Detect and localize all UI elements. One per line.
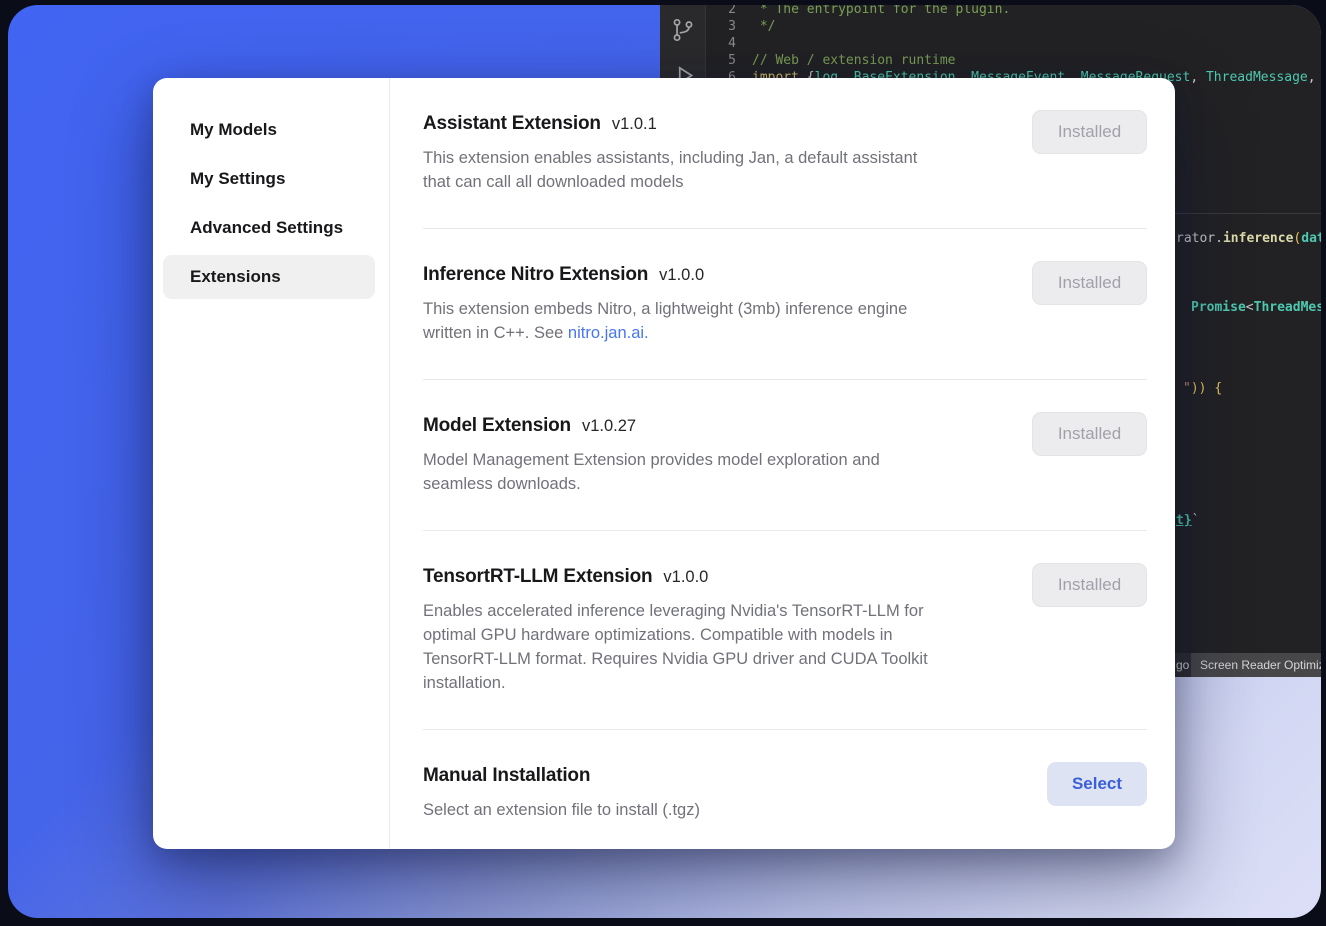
code-line: 2 * The entrypoint for the plugin. (712, 5, 1321, 18)
manual-installation-item: Manual Installation Select an extension … (423, 730, 1147, 849)
extension-item-assistant: Assistant Extension v1.0.1 This extensio… (423, 78, 1147, 229)
settings-sidebar: My Models My Settings Advanced Settings … (153, 78, 390, 849)
extension-item-inference-nitro: Inference Nitro Extension v1.0.0 This ex… (423, 229, 1147, 380)
extension-title: Model Extension (423, 412, 571, 440)
select-button[interactable]: Select (1047, 762, 1147, 806)
extension-version: v1.0.0 (663, 568, 708, 587)
editor-section-divider (1165, 213, 1321, 214)
extension-version: v1.0.27 (582, 417, 636, 436)
installed-button[interactable]: Installed (1032, 110, 1147, 154)
code-fragment: rator.inference(data)); (1176, 231, 1321, 246)
installed-button[interactable]: Installed (1032, 563, 1147, 607)
manual-installation-title: Manual Installation (423, 762, 590, 790)
status-screen-reader-item[interactable]: Screen Reader Optimize (1191, 653, 1321, 677)
sidebar-item-label: My Settings (190, 169, 285, 189)
settings-panel: My Models My Settings Advanced Settings … (153, 78, 1175, 849)
extension-title: Assistant Extension (423, 110, 601, 138)
installed-button[interactable]: Installed (1032, 261, 1147, 305)
extension-description: This extension enables assistants, inclu… (423, 146, 917, 194)
extension-item-tensorrt-llm: TensortRT-LLM Extension v1.0.0 Enables a… (423, 531, 1147, 730)
sidebar-item-extensions[interactable]: Extensions (163, 255, 375, 299)
extension-item-model: Model Extension v1.0.27 Model Management… (423, 380, 1147, 531)
manual-installation-description: Select an extension file to install (.tg… (423, 798, 700, 822)
extension-version: v1.0.1 (612, 115, 657, 134)
code-line: 4 (712, 35, 1321, 52)
code-line: 5 // Web / extension runtime (712, 52, 1321, 69)
sidebar-item-advanced-settings[interactable]: Advanced Settings (163, 206, 375, 250)
extensions-list: Assistant Extension v1.0.1 This extensio… (390, 78, 1175, 849)
nitro-jan-ai-link[interactable]: nitro.jan.ai. (568, 324, 649, 342)
code-lines: 2 * The entrypoint for the plugin. 3 */ … (712, 5, 1321, 86)
code-fragment: Promise<ThreadMessage> (1191, 300, 1321, 315)
extension-title: TensortRT-LLM Extension (423, 563, 652, 591)
screenshot-canvas: 2 * The entrypoint for the plugin. 3 */ … (0, 0, 1326, 926)
code-fragment: t}` (1176, 513, 1199, 528)
code-line: 3 */ (712, 18, 1321, 35)
sidebar-item-my-models[interactable]: My Models (163, 108, 375, 152)
screen-reader-label: Screen Reader Optimize (1200, 658, 1321, 672)
sidebar-item-label: My Models (190, 120, 277, 140)
extension-description: This extension embeds Nitro, a lightweig… (423, 297, 907, 345)
extension-description: Model Management Extension provides mode… (423, 448, 880, 496)
sidebar-item-my-settings[interactable]: My Settings (163, 157, 375, 201)
sidebar-item-label: Advanced Settings (190, 218, 343, 238)
extension-title: Inference Nitro Extension (423, 261, 648, 289)
extension-version: v1.0.0 (659, 266, 704, 285)
status-text-fragment: go (1176, 653, 1189, 677)
installed-button[interactable]: Installed (1032, 412, 1147, 456)
code-fragment: ")) { (1183, 381, 1222, 396)
sidebar-item-label: Extensions (190, 267, 281, 287)
source-control-branch-icon[interactable] (670, 17, 696, 43)
extension-description: Enables accelerated inference leveraging… (423, 599, 928, 695)
